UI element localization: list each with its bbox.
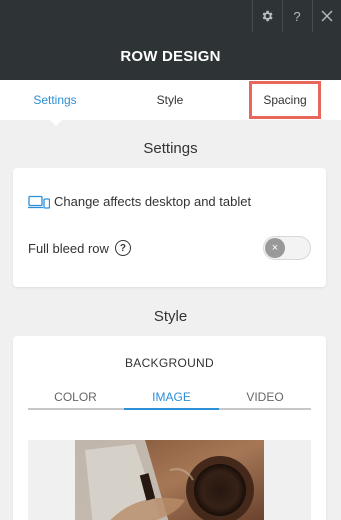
device-scope-label: Change affects desktop and tablet (54, 194, 252, 209)
tab-style[interactable]: Style (110, 80, 230, 120)
style-section-title: Style (153, 308, 188, 325)
active-subtab-underline (124, 408, 219, 410)
device-scope-note: Change affects desktop and tablet (28, 194, 251, 209)
background-photo (75, 440, 264, 520)
toggle-off-icon: × (265, 238, 285, 258)
tab-bar: Settings Style Spacing (0, 80, 341, 120)
full-bleed-row: Full bleed row ? (28, 240, 131, 256)
tab-background-video[interactable]: VIDEO (219, 386, 311, 408)
tab-background-image[interactable]: IMAGE (124, 386, 219, 408)
settings-card: Change affects desktop and tablet Full b… (13, 168, 326, 287)
settings-section-title: Settings (143, 140, 198, 157)
background-image-preview[interactable] (28, 440, 311, 520)
help-icon[interactable]: ? (282, 0, 311, 32)
background-heading: BACKGROUND (124, 356, 214, 370)
tab-settings[interactable]: Settings (0, 80, 110, 120)
question-circle-icon[interactable]: ? (114, 240, 131, 256)
panel-title: ROW DESIGN (0, 32, 341, 80)
full-bleed-label: Full bleed row (28, 240, 109, 256)
tab-spacing[interactable]: Spacing (249, 81, 321, 119)
gear-icon[interactable] (252, 0, 281, 32)
tab-background-color[interactable]: COLOR (28, 386, 123, 408)
devices-icon (28, 195, 50, 209)
background-tabs: COLOR IMAGE VIDEO (28, 386, 311, 410)
active-tab-indicator (48, 118, 64, 126)
style-card: BACKGROUND COLOR IMAGE VIDEO (13, 336, 326, 520)
full-bleed-toggle[interactable]: × (263, 236, 311, 260)
close-icon[interactable] (312, 0, 341, 32)
window-toolbar: ? (0, 0, 341, 32)
